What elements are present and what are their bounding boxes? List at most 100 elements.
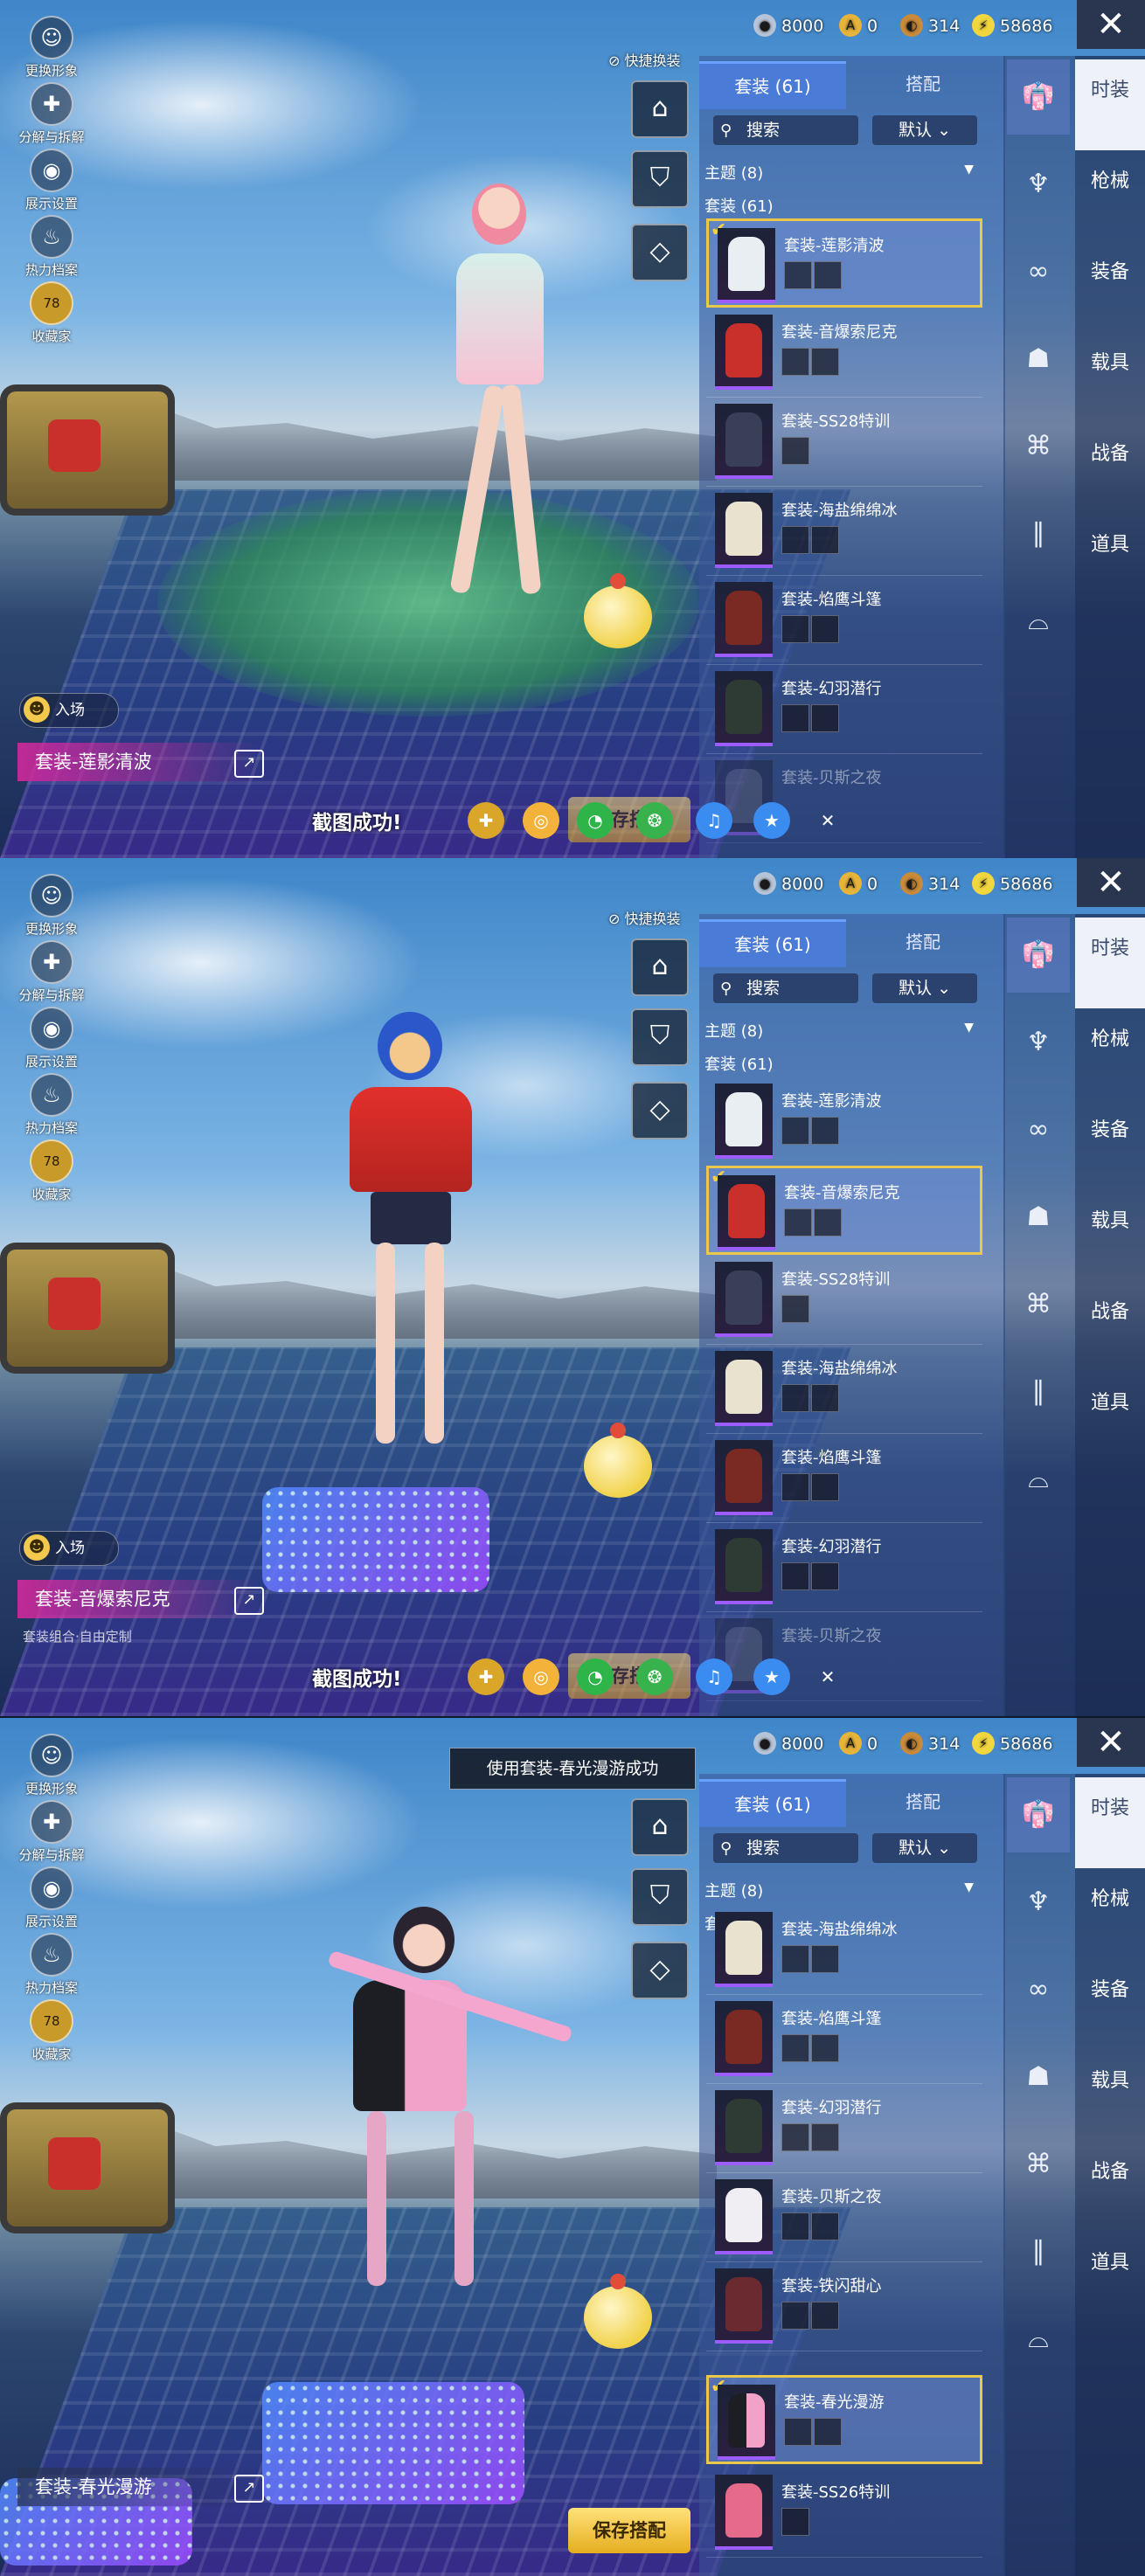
category-pants-icon[interactable]: ∥ bbox=[1007, 2214, 1070, 2289]
change-avatar-button[interactable]: ☺ 更换形象 bbox=[12, 874, 91, 940]
list-item[interactable]: ✔套装-春光漫游 bbox=[706, 2375, 982, 2464]
sort-dropdown[interactable]: 默认 ⌄ bbox=[872, 973, 977, 1003]
moments-icon[interactable]: ❂ bbox=[636, 1658, 673, 1695]
category-pants-icon[interactable]: ∥ bbox=[1007, 1354, 1070, 1430]
category-hair-icon[interactable]: ♆ bbox=[1007, 1865, 1070, 1940]
category-suit-icon[interactable]: 👘 bbox=[1007, 918, 1070, 993]
nav-equipment[interactable]: 装备 bbox=[1075, 241, 1145, 332]
heat-archive-button[interactable]: ♨ 热力档案 bbox=[12, 215, 91, 281]
nav-props[interactable]: 道具 bbox=[1075, 1372, 1145, 1463]
list-item[interactable]: 套装-幻羽潜行 bbox=[706, 2083, 982, 2173]
save-outfit-button[interactable]: 保存搭配 bbox=[568, 2508, 690, 2553]
category-suit-icon[interactable]: 👘 bbox=[1007, 1777, 1070, 1852]
heat-archive-button[interactable]: ♨ 热力档案 bbox=[12, 1933, 91, 1999]
diamond-icon[interactable]: ◇ bbox=[631, 224, 689, 281]
nav-weapons[interactable]: 枪械 bbox=[1075, 1008, 1145, 1099]
close-share-icon[interactable]: ✕ bbox=[809, 802, 846, 839]
quick-change-label[interactable]: ⊘ 快捷换装 bbox=[608, 907, 681, 928]
collector-button[interactable]: 78 收藏家 bbox=[12, 1139, 91, 1206]
list-item[interactable]: 套装-铁闪甜心 bbox=[706, 2261, 982, 2351]
nav-vehicles[interactable]: 载具 bbox=[1075, 332, 1145, 423]
nav-vehicles[interactable]: 载具 bbox=[1075, 1190, 1145, 1281]
category-pants-icon[interactable]: ∥ bbox=[1007, 496, 1070, 571]
category-top-icon[interactable]: ⌘ bbox=[1007, 409, 1070, 484]
list-item[interactable]: 套装-SS28特训 bbox=[706, 1255, 982, 1345]
list-item[interactable]: ✔套装-音爆索尼克 bbox=[706, 1166, 982, 1255]
theme-filter[interactable]: 主题 (8) ▼ bbox=[704, 1019, 979, 1042]
display-settings-button[interactable]: ◉ 展示设置 bbox=[12, 149, 91, 215]
list-item[interactable]: 套装-焰鹰斗篷 bbox=[706, 1994, 982, 2084]
close-icon[interactable]: ✕ bbox=[1077, 0, 1145, 49]
wechat-icon[interactable]: ◔ bbox=[577, 1658, 614, 1695]
list-item[interactable]: 套装-海盐绵绵冰 bbox=[706, 1344, 982, 1434]
category-top-icon[interactable]: ⌘ bbox=[1007, 2127, 1070, 2202]
qzone-icon[interactable]: ★ bbox=[753, 1658, 790, 1695]
nav-combat-prep[interactable]: 战备 bbox=[1075, 423, 1145, 514]
nav-equipment[interactable]: 装备 bbox=[1075, 1959, 1145, 2050]
close-icon[interactable]: ✕ bbox=[1077, 1718, 1145, 1767]
list-item[interactable]: 套装-海盐绵绵冰 bbox=[706, 486, 982, 576]
list-item[interactable]: ✔套装-莲影清波 bbox=[706, 218, 982, 308]
close-icon[interactable]: ✕ bbox=[1077, 858, 1145, 907]
category-mask-icon[interactable]: ☗ bbox=[1007, 1180, 1070, 1255]
category-shoes-icon[interactable]: ⌓ bbox=[1007, 584, 1070, 659]
tab-suits[interactable]: 套装 (61) bbox=[699, 919, 846, 967]
decompose-button[interactable]: ✚ 分解与拆解 bbox=[12, 82, 91, 149]
close-share-icon[interactable]: ✕ bbox=[809, 1658, 846, 1695]
tab-match[interactable]: 搭配 bbox=[850, 61, 996, 107]
qq-icon[interactable]: ♫ bbox=[696, 802, 732, 839]
category-glasses-icon[interactable]: ∞ bbox=[1007, 1092, 1070, 1167]
moments-icon[interactable]: ❂ bbox=[636, 802, 673, 839]
shield-badge-icon[interactable]: ⛉ bbox=[631, 1008, 689, 1066]
category-shoes-icon[interactable]: ⌓ bbox=[1007, 1442, 1070, 1517]
nav-vehicles[interactable]: 载具 bbox=[1075, 2050, 1145, 2141]
list-item[interactable]: 套装-贝斯之夜 bbox=[706, 2172, 982, 2262]
hanger-icon[interactable]: ⌂ bbox=[631, 80, 689, 138]
list-item[interactable]: 套装-海盐绵绵冰 bbox=[706, 1905, 982, 1995]
entry-animation-button[interactable]: ☻ 入场 bbox=[19, 1531, 119, 1566]
heat-archive-button[interactable]: ♨ 热力档案 bbox=[12, 1073, 91, 1139]
category-top-icon[interactable]: ⌘ bbox=[1007, 1267, 1070, 1342]
change-avatar-button[interactable]: ☺ 更换形象 bbox=[12, 1734, 91, 1800]
category-suit-icon[interactable]: 👘 bbox=[1007, 59, 1070, 135]
category-mask-icon[interactable]: ☗ bbox=[1007, 322, 1070, 397]
decompose-button[interactable]: ✚ 分解与拆解 bbox=[12, 940, 91, 1007]
share-platform-icon[interactable]: ◎ bbox=[523, 802, 559, 839]
sort-dropdown[interactable]: 默认 ⌄ bbox=[872, 1833, 977, 1863]
category-glasses-icon[interactable]: ∞ bbox=[1007, 1952, 1070, 2027]
nav-fashion[interactable]: 时装 bbox=[1075, 59, 1145, 150]
category-shoes-icon[interactable]: ⌓ bbox=[1007, 2302, 1070, 2377]
collector-button[interactable]: 78 收藏家 bbox=[12, 281, 91, 348]
tab-match[interactable]: 搭配 bbox=[850, 919, 996, 965]
diamond-icon[interactable]: ◇ bbox=[631, 1942, 689, 1999]
list-item[interactable]: 套装-SS28特训 bbox=[706, 397, 982, 487]
theme-filter[interactable]: 主题 (8) ▼ bbox=[704, 161, 979, 184]
sort-dropdown[interactable]: 默认 ⌄ bbox=[872, 115, 977, 145]
shield-badge-icon[interactable]: ⛉ bbox=[631, 1868, 689, 1926]
decompose-button[interactable]: ✚ 分解与拆解 bbox=[12, 1800, 91, 1866]
wechat-icon[interactable]: ◔ bbox=[577, 802, 614, 839]
tab-match[interactable]: 搭配 bbox=[850, 1779, 996, 1825]
nav-weapons[interactable]: 枪械 bbox=[1075, 1868, 1145, 1959]
tab-suits[interactable]: 套装 (61) bbox=[699, 1779, 846, 1827]
list-item[interactable]: 套装-音爆索尼克 bbox=[706, 308, 982, 398]
shield-badge-icon[interactable]: ⛉ bbox=[631, 150, 689, 208]
nav-fashion[interactable]: 时装 bbox=[1075, 1777, 1145, 1868]
display-settings-button[interactable]: ◉ 展示设置 bbox=[12, 1866, 91, 1933]
share-icon[interactable]: ↗ bbox=[234, 750, 264, 778]
share-game-icon[interactable]: ✚ bbox=[468, 1658, 504, 1695]
nav-props[interactable]: 道具 bbox=[1075, 514, 1145, 605]
collector-button[interactable]: 78 收藏家 bbox=[12, 1999, 91, 2066]
nav-combat-prep[interactable]: 战备 bbox=[1075, 2141, 1145, 2232]
hanger-icon[interactable]: ⌂ bbox=[631, 938, 689, 996]
category-hair-icon[interactable]: ♆ bbox=[1007, 1005, 1070, 1080]
list-item[interactable]: 套装-焰鹰斗篷 bbox=[706, 575, 982, 665]
tab-suits[interactable]: 套装 (61) bbox=[699, 61, 846, 109]
category-hair-icon[interactable]: ♆ bbox=[1007, 147, 1070, 222]
category-glasses-icon[interactable]: ∞ bbox=[1007, 234, 1070, 309]
list-item[interactable]: 套装-贝斯之夜 bbox=[706, 1611, 982, 1701]
entry-animation-button[interactable]: ☻ 入场 bbox=[19, 693, 119, 728]
nav-equipment[interactable]: 装备 bbox=[1075, 1099, 1145, 1190]
qzone-icon[interactable]: ★ bbox=[753, 802, 790, 839]
category-mask-icon[interactable]: ☗ bbox=[1007, 2039, 1070, 2115]
